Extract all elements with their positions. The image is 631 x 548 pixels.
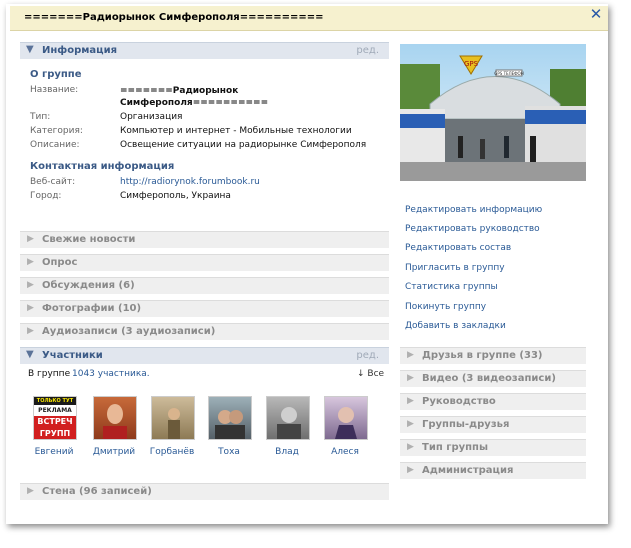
- action-invite[interactable]: Пригласить в группу: [405, 263, 505, 273]
- avatar-text-line: РЕКЛАМА: [38, 407, 72, 414]
- action-edit-management[interactable]: Редактировать руководство: [405, 224, 540, 234]
- city-key: Город:: [30, 191, 62, 201]
- window-titlebar: =======Радиорынок Симферополя==========: [10, 6, 608, 31]
- avatar-dmitriy[interactable]: [93, 396, 137, 440]
- members-count-link[interactable]: 1043 участника.: [72, 369, 150, 379]
- chevron-right-icon: ▶: [27, 234, 34, 244]
- website-key: Веб-сайт:: [30, 177, 76, 187]
- right-section-friend-groups[interactable]: ▶ Группы-друзья: [400, 416, 586, 433]
- member-name[interactable]: Горбанёв: [144, 447, 200, 457]
- info-header-label: Информация: [42, 45, 117, 56]
- avatar-text-line: ВСТРЕЧ: [34, 416, 76, 428]
- members-edit-link[interactable]: ред.: [356, 350, 379, 361]
- person-photo-icon: [215, 410, 245, 439]
- action-leave[interactable]: Покинуть группу: [405, 302, 486, 312]
- section-label: Свежие новости: [42, 234, 136, 245]
- field-value-description: Освещение ситуации на радиорынке Симферо…: [120, 140, 367, 150]
- section-wall[interactable]: ▶ Стена (96 записей): [20, 483, 389, 500]
- avatar-vlad[interactable]: [266, 396, 310, 440]
- person-photo-icon: [277, 407, 301, 439]
- action-statistics[interactable]: Статистика группы: [405, 282, 498, 292]
- section-label: Стена (96 записей): [42, 486, 152, 497]
- group-photo[interactable]: GPS GPS ТЕЛЕФОН: [400, 44, 586, 181]
- avatar-text-line: ТОЛЬКО ТУТ: [34, 397, 76, 405]
- member-name[interactable]: Тоха: [201, 447, 257, 457]
- section-label: Опрос: [42, 257, 78, 268]
- chevron-right-icon: ▶: [407, 396, 414, 406]
- right-section-friends[interactable]: ▶ Друзья в группе (33): [400, 347, 586, 364]
- member-name[interactable]: Влад: [259, 447, 315, 457]
- members-header-label: Участники: [42, 350, 103, 361]
- person-photo-icon: [335, 407, 357, 439]
- section-news[interactable]: ▶ Свежие новости: [20, 231, 389, 248]
- members-all-link[interactable]: ↓ Все: [357, 369, 384, 379]
- member-name[interactable]: Алеся: [317, 447, 373, 457]
- chevron-right-icon: ▶: [27, 257, 34, 267]
- section-label: Фотографии (10): [42, 303, 142, 314]
- right-section-group-type[interactable]: ▶ Тип группы: [400, 439, 586, 456]
- field-value-category: Компьютер и интернет - Мобильные техноло…: [120, 126, 352, 136]
- field-value-name: =======Радиорынок Симферополя==========: [120, 86, 269, 108]
- avatar-toha[interactable]: [208, 396, 252, 440]
- section-label: Аудиозаписи (3 аудиозаписи): [42, 326, 216, 337]
- section-label: Группы-друзья: [422, 419, 510, 430]
- section-label: Администрация: [422, 465, 514, 476]
- market-photo-icon: GPS GPS ТЕЛЕФОН: [400, 44, 586, 181]
- person-photo-icon: [168, 408, 180, 439]
- chevron-right-icon: ▶: [27, 303, 34, 313]
- chevron-down-icon: ▼: [26, 44, 34, 55]
- field-value-type: Организация: [120, 112, 183, 122]
- city-value: Симферополь, Украина: [120, 191, 231, 201]
- field-key-category: Категория:: [30, 126, 83, 136]
- section-discussions[interactable]: ▶ Обсуждения (6): [20, 277, 389, 294]
- chevron-right-icon: ▶: [407, 419, 414, 429]
- section-label: Тип группы: [422, 442, 488, 453]
- section-label: Обсуждения (6): [42, 280, 135, 291]
- photo-sign-gps: GPS: [464, 60, 479, 68]
- members-section-header[interactable]: ▼ Участники ред.: [20, 347, 389, 364]
- section-label: Друзья в группе (33): [422, 350, 543, 361]
- info-section-header[interactable]: ▼ Информация ред.: [20, 42, 389, 59]
- person-photo-icon: [103, 404, 127, 439]
- chevron-right-icon: ▶: [407, 442, 414, 452]
- right-section-administration[interactable]: ▶ Администрация: [400, 462, 586, 479]
- member-name[interactable]: Евгений: [26, 447, 82, 457]
- field-key-description: Описание:: [30, 140, 80, 150]
- avatar-gorbanev[interactable]: [151, 396, 195, 440]
- section-audio[interactable]: ▶ Аудиозаписи (3 аудиозаписи): [20, 323, 389, 340]
- field-key-name: Название:: [30, 85, 79, 95]
- action-bookmark[interactable]: Добавить в закладки: [405, 321, 506, 331]
- website-link[interactable]: http://radiorynok.forumbook.ru: [120, 177, 260, 187]
- right-section-video[interactable]: ▶ Видео (3 видеозаписи): [400, 370, 586, 387]
- member-name[interactable]: Дмитрий: [86, 447, 142, 457]
- chevron-right-icon: ▶: [27, 280, 34, 290]
- chevron-down-icon: ▼: [26, 349, 34, 360]
- window-title: =======Радиорынок Симферополя==========: [24, 12, 324, 23]
- members-count-prefix: В группе: [28, 369, 71, 379]
- chevron-right-icon: ▶: [407, 373, 414, 383]
- photo-sign-text: GPS ТЕЛЕФОН: [494, 71, 523, 76]
- chevron-right-icon: ▶: [407, 350, 414, 360]
- info-edit-link[interactable]: ред.: [356, 45, 379, 56]
- avatar-alesya[interactable]: [324, 396, 368, 440]
- field-key-type: Тип:: [30, 112, 51, 122]
- right-section-management[interactable]: ▶ Руководство: [400, 393, 586, 410]
- contact-title: Контактная информация: [30, 161, 175, 172]
- section-label: Видео (3 видеозаписи): [422, 373, 556, 384]
- avatar-text-line: ГРУПП: [34, 428, 76, 439]
- action-edit-members[interactable]: Редактировать состав: [405, 243, 511, 253]
- about-title: О группе: [30, 69, 82, 80]
- section-poll[interactable]: ▶ Опрос: [20, 254, 389, 271]
- chevron-right-icon: ▶: [407, 465, 414, 475]
- action-edit-info[interactable]: Редактировать информацию: [405, 205, 542, 215]
- chevron-right-icon: ▶: [27, 326, 34, 336]
- avatar-evgeniy[interactable]: ТОЛЬКО ТУТ РЕКЛАМА ВСТРЕЧ ГРУПП: [33, 396, 77, 440]
- section-label: Руководство: [422, 396, 496, 407]
- close-icon[interactable]: ✕: [588, 6, 604, 22]
- chevron-right-icon: ▶: [27, 486, 34, 496]
- section-photos[interactable]: ▶ Фотографии (10): [20, 300, 389, 317]
